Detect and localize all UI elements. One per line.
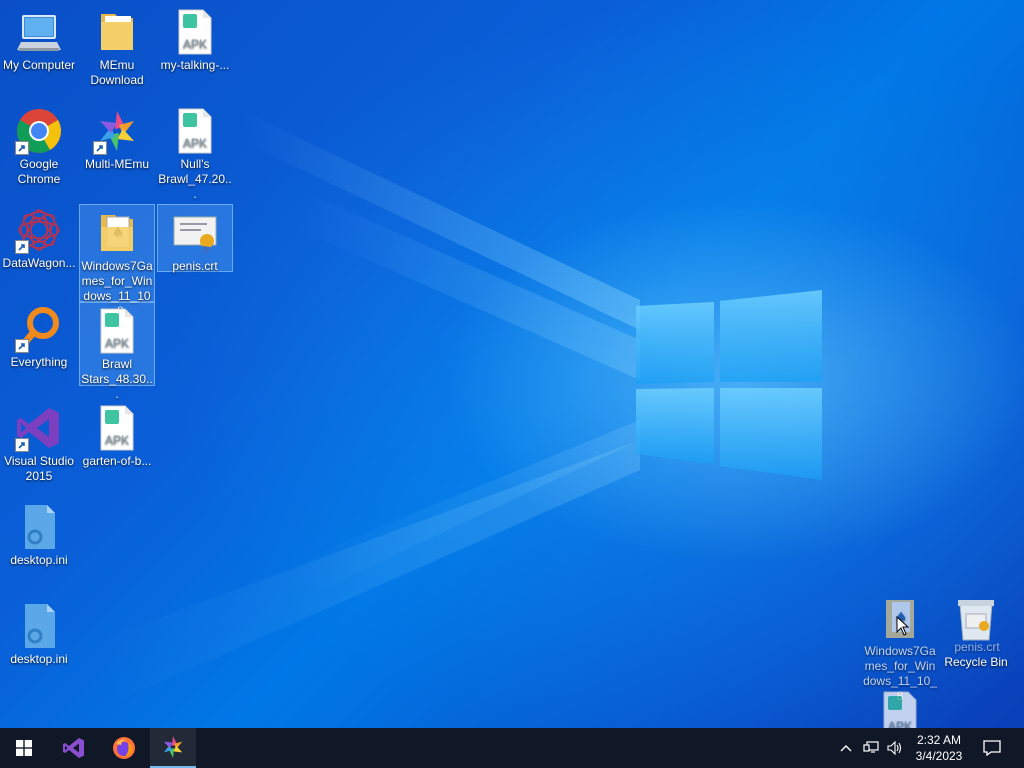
desktop-icon-brawl-stars-apk[interactable]: APK Brawl Stars_48.30... xyxy=(79,302,155,401)
folder-icon: ♠ xyxy=(93,209,141,257)
icon-label: My Computer xyxy=(2,58,76,72)
apk-text: APK xyxy=(183,37,207,51)
multi-memu-icon xyxy=(93,107,141,155)
network-icon xyxy=(863,741,879,753)
folder-icon xyxy=(93,8,141,56)
notification-icon xyxy=(983,740,1001,756)
icon-label: Recycle Bin xyxy=(944,655,1008,669)
desktop-icon-my-talking-apk[interactable]: APK my-talking-... xyxy=(157,4,233,73)
desktop-icon-desktop-ini-1[interactable]: desktop.ini xyxy=(1,499,77,568)
desktop-icon-google-chrome[interactable]: Google Chrome xyxy=(1,103,77,187)
taskbar: 2:32 AM 3/4/2023 xyxy=(0,728,1024,768)
action-center-button[interactable] xyxy=(976,728,1008,768)
taskbar-firefox[interactable] xyxy=(100,728,148,768)
apk-file-icon: APK xyxy=(876,690,924,728)
apk-file-icon: APK xyxy=(171,107,219,155)
datawagon-icon xyxy=(15,206,63,254)
desktop-icon-win7games-folder[interactable]: ♠ Windows7Games_for_Windows_11_10_8 xyxy=(79,204,155,318)
icon-label: MEmu Download xyxy=(90,58,144,87)
desktop-icon-everything[interactable]: Everything xyxy=(1,301,77,370)
shortcut-arrow-icon xyxy=(15,438,29,452)
visual-studio-icon xyxy=(63,738,84,758)
desktop-icon-memu-download[interactable]: MEmu Download xyxy=(79,4,155,88)
speaker-icon xyxy=(887,741,902,755)
shortcut-arrow-icon xyxy=(93,141,107,155)
windows-wallpaper-logo xyxy=(636,290,822,480)
icon-label: Everything xyxy=(10,355,68,369)
shortcut-arrow-icon xyxy=(15,240,29,254)
icon-label: DataWagon... xyxy=(2,256,76,270)
icon-label: Brawl Stars_48.30... xyxy=(81,357,153,401)
icon-label: desktop.ini xyxy=(10,553,68,567)
desktop-icon-datawagon[interactable]: DataWagon... xyxy=(1,202,77,271)
icon-label: penis.crt xyxy=(172,259,218,273)
taskbar-visual-studio[interactable] xyxy=(50,728,98,768)
icon-label: Null's Brawl_47.20... xyxy=(158,157,232,201)
desktop-icon-visual-studio[interactable]: Visual Studio 2015 xyxy=(1,400,77,484)
apk-text: APK xyxy=(888,719,912,728)
apk-text: APK xyxy=(105,336,129,350)
mouse-cursor-icon xyxy=(896,616,910,636)
recycle-bin-icon xyxy=(952,596,1000,644)
taskbar-multi-memu[interactable] xyxy=(150,728,196,768)
desktop-icon-my-computer[interactable]: My Computer xyxy=(1,4,77,73)
settings-file-icon xyxy=(15,602,63,650)
firefox-icon xyxy=(113,737,135,759)
desktop-icon-garten-apk[interactable]: APK garten-of-b... xyxy=(79,400,155,469)
tray-network[interactable] xyxy=(860,728,882,768)
desktop-icon-recycle-bin[interactable]: penis.crt Recycle Bin xyxy=(938,592,1014,669)
clock-time: 2:32 AM xyxy=(916,733,962,747)
chevron-up-icon xyxy=(840,745,852,752)
apk-file-icon: APK xyxy=(93,404,141,452)
tray-clock[interactable]: 2:32 AM 3/4/2023 xyxy=(908,728,970,768)
apk-file-icon: APK xyxy=(93,307,141,355)
visual-studio-icon xyxy=(15,404,63,452)
chrome-icon xyxy=(15,107,63,155)
icon-label: Visual Studio 2015 xyxy=(4,454,74,483)
shortcut-arrow-icon xyxy=(15,141,29,155)
shortcut-arrow-icon xyxy=(15,339,29,353)
windows-start-icon xyxy=(16,740,32,756)
apk-text: APK xyxy=(183,136,207,150)
drag-preview-apk: APK xyxy=(862,686,938,728)
drag-preview-penis-crt-label: penis.crt xyxy=(954,640,1000,654)
icon-label: Multi-MEmu xyxy=(84,157,149,171)
computer-icon xyxy=(15,8,63,56)
clock-date: 3/4/2023 xyxy=(915,749,963,763)
certificate-icon xyxy=(171,209,219,257)
desktop-icon-nulls-brawl-apk[interactable]: APK Null's Brawl_47.20... xyxy=(157,103,233,202)
settings-file-icon xyxy=(15,503,63,551)
desktop-icon-multi-memu[interactable]: Multi-MEmu xyxy=(79,103,155,172)
apk-file-icon: APK xyxy=(171,8,219,56)
tray-show-hidden-icons[interactable] xyxy=(836,728,856,768)
icon-label: my-talking-... xyxy=(160,58,230,72)
start-button[interactable] xyxy=(0,728,48,768)
icon-label: desktop.ini xyxy=(10,652,68,666)
desktop-icon-desktop-ini-2[interactable]: desktop.ini xyxy=(1,598,77,667)
multi-memu-icon xyxy=(163,736,183,758)
desktop[interactable]: My Computer Google Chrome DataWagon... E… xyxy=(0,0,1024,728)
everything-search-icon xyxy=(15,305,63,353)
desktop-icon-penis-crt[interactable]: penis.crt xyxy=(157,204,233,273)
tray-volume[interactable] xyxy=(884,728,906,768)
apk-text: APK xyxy=(105,433,129,447)
icon-label: Google Chrome xyxy=(17,157,61,186)
icon-label: garten-of-b... xyxy=(82,454,152,468)
